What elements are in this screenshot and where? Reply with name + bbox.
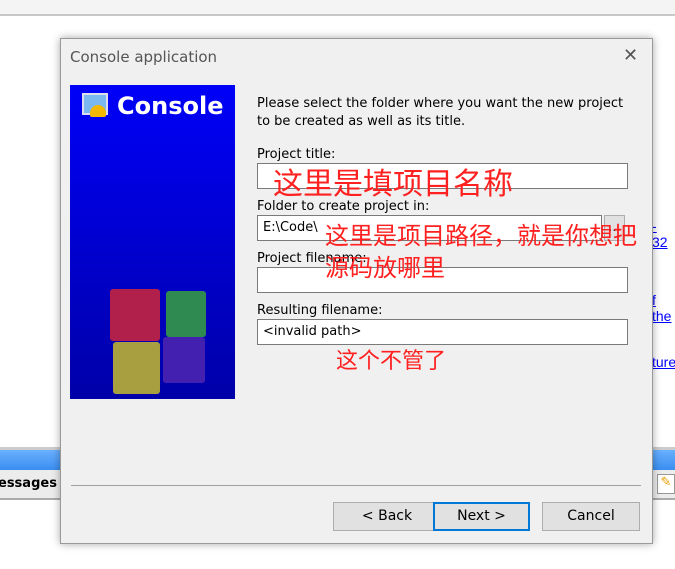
edit-icon[interactable]: ✎ <box>657 474 675 494</box>
messages-tab[interactable]: essages <box>0 476 57 491</box>
cancel-button[interactable]: Cancel <box>542 502 640 531</box>
console-wizard-icon <box>82 93 108 119</box>
background-link[interactable]: - 32 <box>652 218 675 250</box>
dialog-title: Console application <box>70 48 218 66</box>
annotation-title-note: 这里是填项目名称 <box>273 167 513 202</box>
annotation-folder-note: 这里是项目路径，就是你想把 <box>325 222 637 250</box>
back-button[interactable]: < Back <box>333 502 441 531</box>
background-link[interactable]: f the <box>652 292 675 324</box>
intro-text: Please select the folder where you want … <box>257 96 624 129</box>
background-toolbar <box>0 0 675 16</box>
divider <box>71 485 641 486</box>
annotation-result-note: 这个不管了 <box>336 349 447 374</box>
next-button[interactable]: Next > <box>433 502 530 531</box>
cubes-logo <box>105 289 209 397</box>
wizard-banner: Console <box>70 85 235 399</box>
close-icon[interactable]: ✕ <box>623 45 638 66</box>
result-label: Resulting filename: <box>257 303 383 318</box>
banner-title: Console <box>117 92 224 120</box>
result-field: <invalid path> <box>257 319 628 345</box>
background-link[interactable]: ture <box>652 354 675 370</box>
console-application-dialog: Console application ✕ Console Please sel… <box>60 38 653 544</box>
annotation-folder-note: 源码放哪里 <box>325 254 445 282</box>
